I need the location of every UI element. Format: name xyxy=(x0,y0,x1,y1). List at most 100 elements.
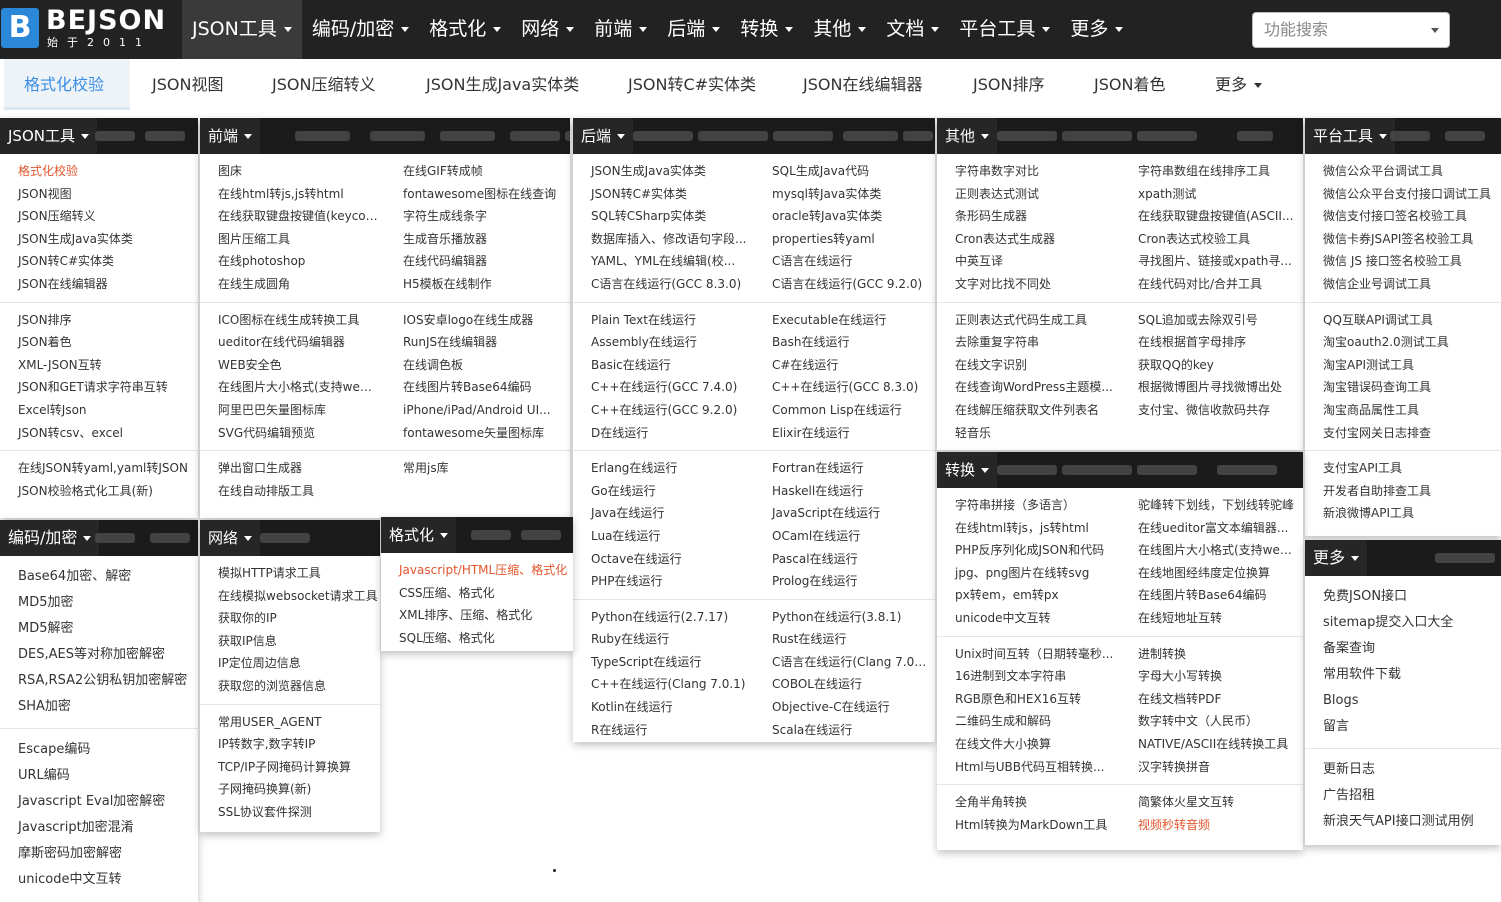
menu-item[interactable]: jpg、png图片在线转svg xyxy=(937,562,1120,585)
menu-item[interactable]: 在线获取键盘按键值(keycode... xyxy=(200,205,385,228)
menu-item[interactable]: RGB原色和HEX16互转 xyxy=(937,688,1120,711)
menu-item[interactable]: SSL协议套件探测 xyxy=(200,801,380,824)
menu-item[interactable]: Base64加密、解密 xyxy=(0,564,198,590)
menu-item[interactable]: RSA,RSA2公钥私钥加密解密 xyxy=(0,668,198,694)
menu-item[interactable]: C++在线运行(GCC 7.4.0) xyxy=(573,376,754,399)
menu-item[interactable]: WEB安全色 xyxy=(200,354,385,377)
topnav-item-3[interactable]: 网络 xyxy=(511,0,584,59)
menu-item[interactable]: 微信公众平台调试工具 xyxy=(1305,160,1501,183)
menu-item[interactable]: D在线运行 xyxy=(573,422,754,445)
menu-item[interactable]: Scala在线运行 xyxy=(754,719,935,742)
menu-item[interactable]: SQL压缩、格式化 xyxy=(381,627,573,650)
menu-item[interactable]: Javascript/HTML压缩、格式化 xyxy=(381,559,573,582)
menu-item[interactable]: XML排序、压缩、格式化 xyxy=(381,604,573,627)
menu-item[interactable]: Kotlin在线运行 xyxy=(573,696,754,719)
panel-title-encode[interactable]: 编码/加密 xyxy=(0,520,100,556)
menu-item[interactable]: JSON和GET请求字符串互转 xyxy=(0,376,198,399)
menu-item[interactable]: 去除重复字符串 xyxy=(937,331,1120,354)
menu-item[interactable]: Erlang在线运行 xyxy=(573,457,754,480)
menu-item[interactable]: IOS安卓logo在线生成器 xyxy=(385,309,570,332)
menu-item[interactable]: 阿里巴巴矢量图标库 xyxy=(200,399,385,422)
menu-item[interactable]: 免费JSON接口 xyxy=(1305,584,1501,610)
menu-item[interactable]: Python在线运行(2.7.17) xyxy=(573,606,754,629)
menu-item[interactable]: 摩斯密码加密解密 xyxy=(0,841,198,867)
menu-item[interactable]: 弹出窗口生成器 xyxy=(200,457,385,480)
menu-item[interactable]: 开发者自助排查工具 xyxy=(1305,480,1501,503)
menu-item[interactable]: 在线代码编辑器 xyxy=(385,250,570,273)
menu-item[interactable]: unicode中文互转 xyxy=(0,867,198,893)
menu-item[interactable]: 获取你的IP xyxy=(200,607,380,630)
menu-item[interactable]: 在线模拟websocket请求工具 xyxy=(200,585,380,608)
menu-item[interactable]: JSON视图 xyxy=(0,183,198,206)
topnav-item-4[interactable]: 前端 xyxy=(584,0,657,59)
panel-title-frontend[interactable]: 前端 xyxy=(200,118,261,154)
menu-item[interactable]: SVG代码编辑预览 xyxy=(200,422,385,445)
menu-item[interactable]: 在线解压缩获取文件列表名 xyxy=(937,399,1120,422)
menu-item[interactable]: 备案查询 xyxy=(1305,636,1501,662)
subnav-tab-6[interactable]: JSON排序 xyxy=(973,59,1044,110)
menu-item[interactable]: 更新日志 xyxy=(1305,757,1501,783)
menu-item[interactable]: CSS压缩、格式化 xyxy=(381,582,573,605)
menu-item[interactable]: 在线获取键盘按键值(ASCII... xyxy=(1120,205,1303,228)
subnav-tab-2[interactable]: JSON压缩转义 xyxy=(272,59,375,110)
menu-item[interactable]: 二维码生成和解码 xyxy=(937,710,1120,733)
menu-item[interactable]: Fortran在线运行 xyxy=(754,457,935,480)
menu-item[interactable]: NATIVE/ASCII在线转换工具 xyxy=(1120,733,1303,756)
menu-item[interactable]: 图片压缩工具 xyxy=(200,228,385,251)
menu-item[interactable]: 在线图片转Base64编码 xyxy=(385,376,570,399)
menu-item[interactable]: 模拟HTTP请求工具 xyxy=(200,562,380,585)
menu-item[interactable]: JSON生成Java实体类 xyxy=(0,228,198,251)
menu-item[interactable]: C语言在线运行(Clang 7.0.1) xyxy=(754,651,935,674)
topnav-item-0[interactable]: JSON工具 xyxy=(182,0,302,59)
menu-item[interactable]: fontawesome矢量图标库 xyxy=(385,422,570,445)
menu-item[interactable]: 数据库插入、修改语句字段... xyxy=(573,228,754,251)
site-logo[interactable]: B BEJSON 始于2011 xyxy=(0,6,165,52)
menu-item[interactable]: 微信卡券JSAPI签名校验工具 xyxy=(1305,228,1501,251)
topnav-item-6[interactable]: 转换 xyxy=(730,0,803,59)
topnav-item-2[interactable]: 格式化 xyxy=(419,0,511,59)
menu-item[interactable]: Basic在线运行 xyxy=(573,354,754,377)
menu-item[interactable]: SQL转CSharp实体类 xyxy=(573,205,754,228)
menu-item[interactable]: 支付宝网关日志排查 xyxy=(1305,422,1501,445)
panel-title-format[interactable]: 格式化 xyxy=(381,517,457,553)
topnav-item-1[interactable]: 编码/加密 xyxy=(302,0,419,59)
menu-item[interactable]: JSON转C#实体类 xyxy=(573,183,754,206)
menu-item[interactable]: Bash在线运行 xyxy=(754,331,935,354)
menu-item[interactable]: 正则表达式代码生成工具 xyxy=(937,309,1120,332)
menu-item[interactable]: Html与UBB代码互相转换... xyxy=(937,756,1120,779)
menu-item[interactable]: 常用js库 xyxy=(385,457,570,480)
menu-item[interactable]: XML-JSON互转 xyxy=(0,354,198,377)
menu-item[interactable]: 字符串拼接（多语言） xyxy=(937,494,1120,517)
menu-item[interactable]: 寻找图片、链接或xpath寻... xyxy=(1120,250,1303,273)
topnav-item-7[interactable]: 其他 xyxy=(803,0,876,59)
menu-item[interactable]: JSON生成Java实体类 xyxy=(573,160,754,183)
menu-item[interactable]: 在线短地址互转 xyxy=(1120,607,1303,630)
menu-item[interactable]: xpath测试 xyxy=(1120,183,1303,206)
menu-item[interactable]: OCaml在线运行 xyxy=(754,525,935,548)
menu-item[interactable]: TCP/IP子网掩码计算换算 xyxy=(200,756,380,779)
menu-item[interactable]: 在线根据首字母排序 xyxy=(1120,331,1303,354)
menu-item[interactable]: 常用USER_AGENT xyxy=(200,711,380,734)
menu-item[interactable]: sitemap提交入口大全 xyxy=(1305,610,1501,636)
menu-item[interactable]: Cron表达式校验工具 xyxy=(1120,228,1303,251)
menu-item[interactable]: Javascript加密混淆 xyxy=(0,815,198,841)
menu-item[interactable]: 淘宝API测试工具 xyxy=(1305,354,1501,377)
menu-item[interactable]: COBOL在线运行 xyxy=(754,673,935,696)
menu-item[interactable]: SQL生成Java代码 xyxy=(754,160,935,183)
menu-item[interactable]: 微信支付接口签名校验工具 xyxy=(1305,205,1501,228)
menu-item[interactable]: iPhone/iPad/Android UI... xyxy=(385,399,570,422)
menu-item[interactable]: JavaScript在线运行 xyxy=(754,502,935,525)
menu-item[interactable]: 在线调色板 xyxy=(385,354,570,377)
menu-item[interactable]: 视频秒转音频 xyxy=(1120,814,1303,837)
menu-item[interactable]: 字符串数字对比 xyxy=(937,160,1120,183)
menu-item[interactable]: JSON转C#实体类 xyxy=(0,250,198,273)
menu-item[interactable]: 数字转中文（人民币） xyxy=(1120,710,1303,733)
menu-item[interactable]: 新浪微博API工具 xyxy=(1305,502,1501,525)
menu-item[interactable]: H5模板在线制作 xyxy=(385,273,570,296)
subnav-tab-7[interactable]: JSON着色 xyxy=(1094,59,1165,110)
menu-item[interactable]: PHP在线运行 xyxy=(573,570,754,593)
menu-item[interactable]: 广告招租 xyxy=(1305,783,1501,809)
panel-title-convert[interactable]: 转换 xyxy=(937,452,998,488)
menu-item[interactable]: IP转数字,数字转IP xyxy=(200,733,380,756)
menu-item[interactable]: 微信 JS 接口签名校验工具 xyxy=(1305,250,1501,273)
